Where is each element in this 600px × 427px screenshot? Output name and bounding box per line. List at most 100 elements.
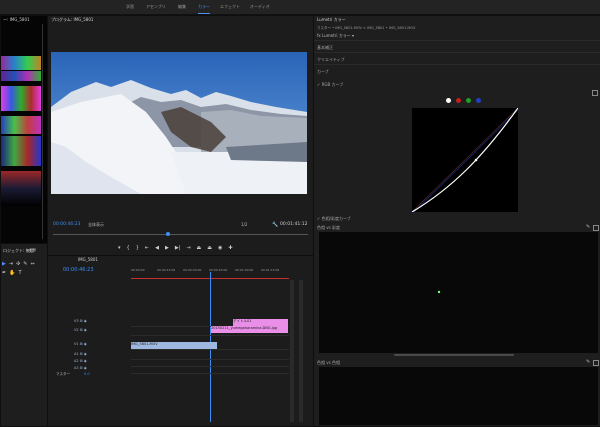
tools-bar-2: ✒ ✋ T [2,270,22,276]
channel-green-icon[interactable] [466,98,471,103]
channel-blue-icon[interactable] [476,98,481,103]
clip-label: 20150211_yumegaharamina.DNG.jpg [211,326,278,330]
workspace-tab[interactable]: アセンブリ [146,4,166,10]
eyedropper-icon[interactable]: ✎ [586,359,590,365]
ruler-label: 00:00:15:00 [157,268,176,272]
hue-vs-sat-graph[interactable] [319,232,598,353]
hue-vs-hue-checkbox[interactable] [593,360,599,366]
clip-title[interactable]: デイトル01 [233,319,288,326]
hue-vs-sat-label: 色相 vs 彩度 [317,225,340,230]
extract-icon[interactable]: ⏏ [207,245,212,253]
program-timecode[interactable]: 00:00:46:23 [53,222,80,227]
ruler-label: 00:00:30:00 [183,268,202,272]
item-count: 8 個 [29,248,36,252]
pen-tool-icon[interactable]: ✒ [2,270,6,276]
button-editor-icon[interactable]: ✚ [228,245,232,253]
lift-icon[interactable]: ⏏ [197,245,202,253]
hand-tool-icon[interactable]: ✋ [9,270,15,276]
audio-meter [290,280,294,422]
track-divider [131,366,289,367]
track-header[interactable]: A3 ⊞ ◉ [74,366,87,370]
track-header[interactable]: V2 ⊞ ◉ [74,328,87,332]
eyedropper-icon[interactable]: ✎ [586,224,590,230]
workspace-tab[interactable]: エフェクト [220,4,240,10]
workspace-tab[interactable]: 編集 [178,4,186,10]
timeline-tab[interactable]: IMG_5801 [78,257,98,262]
timeline-timecode[interactable]: 00:00:46:23 [63,267,94,273]
fit-dropdown[interactable]: 全体表示 [88,222,104,228]
program-tab[interactable]: プログラム: IMG_5801 [51,17,93,23]
type-tool-icon[interactable]: T [18,270,21,276]
hue-vs-sat-svg [319,290,598,294]
lumetri-preset[interactable]: fx Lumetri カラー ▾ [317,33,417,39]
program-playhead[interactable] [166,232,170,236]
section-basic-correction[interactable]: 基本補正 [317,45,333,51]
workspace-bar: 学習 アセンブリ 編集 カラー エフェクト オーディオ [0,0,600,15]
track-divider [131,359,289,360]
project-panel: ロジェクト: 無題 8 個 ▶ ⇥ ✣ ✎ ⇔ ✒ ✋ T [0,243,48,427]
rgb-curve-checkbox[interactable] [592,90,598,96]
clip-still-image[interactable]: 20150211_yumegaharamina.DNG.jpg [211,326,288,333]
program-video-frame [51,52,307,194]
scope-band [1,171,41,206]
track-header[interactable]: V1 ⊞ ◉ [74,342,87,346]
add-marker-icon[interactable]: ▾ [118,245,121,253]
export-frame-icon[interactable]: ◉ [218,245,222,253]
program-duration: 00:01:41:12 [280,222,308,227]
preset-label: Lumetri カラー [322,33,351,38]
wrench-icon[interactable]: 🔧 [272,222,278,228]
scope-tab[interactable]: ー: IMG_5801 [3,17,30,23]
lumetri-tab[interactable]: Lumetri カラー [317,17,346,23]
mark-out-icon[interactable]: } [136,245,139,253]
program-scrub-bar[interactable] [53,234,308,240]
ruler-label: 00:00:00 [131,268,145,272]
fx-icon: fx [317,33,321,38]
section-creative[interactable]: クリエイティブ [317,57,345,63]
workspace-tab[interactable]: カラー [198,4,210,14]
track-header[interactable]: V3 ⊞ ◉ [74,319,87,323]
chevron-down-icon: ▾ [352,33,355,38]
transport-controls: ▾ { } ⇤ ◀ ▶ ▶| ⇥ ⏏ ⏏ ◉ ✚ [118,245,268,253]
clip-label: IMG_5801.MOV [131,342,158,346]
lumetri-clip-header: マスター • IMG_5801.MOV > IMG_5801 • IMG_580… [317,26,416,30]
hue-sat-curves-label: 色相/彩度カーブ [321,216,351,221]
rgb-curve-toggle[interactable]: ✓ RGB カーブ [317,82,343,88]
section-curves[interactable]: カーブ [317,69,329,75]
lumetri-color-panel: Lumetri カラー マスター • IMG_5801.MOV > IMG_58… [313,15,600,427]
lumetri-scope-panel: ー: IMG_5801 [0,15,48,245]
track-divider [131,349,289,350]
divider [314,52,600,53]
play-button[interactable]: ▶ [165,245,169,253]
hue-vs-hue-label: 色相 vs 色相 [317,360,340,365]
hue-vs-hue-graph[interactable] [319,367,598,425]
mountain-image [51,52,307,194]
track-header[interactable]: A2 ⊞ ◉ [74,359,87,363]
rgb-curve-graph[interactable] [411,107,519,213]
hue-sat-curves-toggle[interactable]: ✓ 色相/彩度カーブ [317,216,351,222]
razor-tool-icon[interactable]: ✎ [23,261,27,273]
clip-label: デイトル01 [233,319,252,323]
workspace-tab[interactable]: オーディオ [250,4,270,10]
workspace-tab[interactable]: 学習 [126,4,134,10]
rgb-curve-label: RGB カーブ [321,82,344,87]
track-header[interactable]: A1 ⊞ ◉ [74,352,87,356]
channel-white-icon[interactable] [446,98,451,103]
go-to-in-icon[interactable]: ⇤ [145,245,149,253]
horizontal-scrollbar[interactable] [394,354,514,356]
audio-meter [299,280,303,422]
scope-band [1,136,41,166]
master-volume[interactable]: 0.0 [84,372,90,376]
hue-vs-sat-checkbox[interactable] [593,225,599,231]
scope-band [1,56,41,70]
master-label: マスター [56,372,70,376]
clip-video[interactable]: IMG_5801.MOV [131,342,217,349]
slip-tool-icon[interactable]: ⇔ [30,261,34,273]
scope-band [1,86,41,111]
mark-in-icon[interactable]: { [127,245,130,253]
step-forward-icon[interactable]: ▶| [175,245,181,253]
quality-dropdown[interactable]: 1/2 [241,222,247,227]
go-to-out-icon[interactable]: ⇥ [186,245,190,253]
step-back-icon[interactable]: ◀ [155,245,159,253]
divider [314,40,600,41]
channel-red-icon[interactable] [456,98,461,103]
